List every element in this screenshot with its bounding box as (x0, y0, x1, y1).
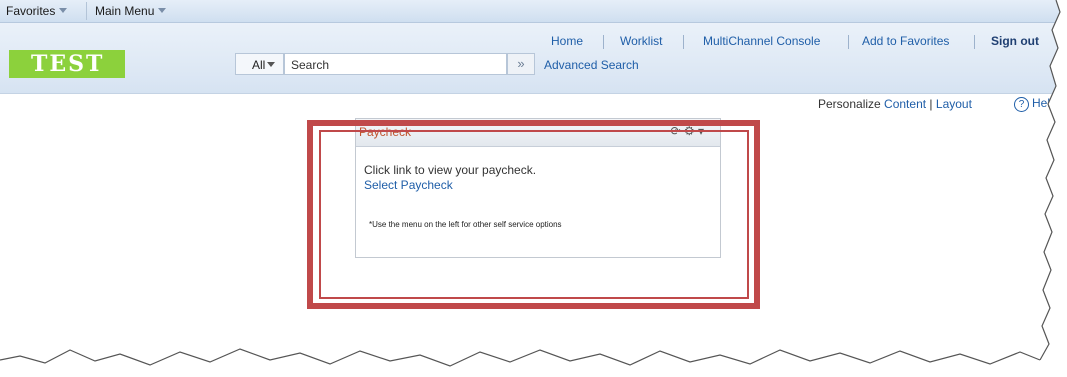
personalize-label: Personalize (818, 97, 881, 111)
nav-home-link[interactable]: Home (551, 34, 583, 48)
advanced-search-link[interactable]: Advanced Search (544, 58, 639, 72)
pagelet-title: Paycheck (359, 125, 412, 139)
search-go-button[interactable]: » (507, 53, 535, 75)
paycheck-pagelet: Paycheck ⟳ ⚙ ▾ Click link to view your p… (355, 118, 721, 258)
personalize-content-link[interactable]: Content (884, 97, 926, 111)
test-logo: TEST (9, 50, 125, 78)
top-menu-bar: Favorites Main Menu (0, 0, 1067, 23)
sign-out-link[interactable]: Sign out (991, 34, 1039, 48)
help-icon: ? (1014, 97, 1029, 112)
pagelet-options-icon[interactable]: ⟳ ⚙ ▾ (670, 124, 704, 138)
nav-worklist-link[interactable]: Worklist (620, 34, 662, 48)
main-menu-label: Main Menu (95, 4, 155, 18)
nav-multichannel-console-link[interactable]: MultiChannel Console (703, 34, 820, 48)
help-link[interactable]: ? Hel (1014, 96, 1050, 112)
portal-header: TEST Home Worklist MultiChannel Console … (0, 23, 1067, 94)
nav-divider (683, 35, 684, 49)
chevron-down-icon (158, 8, 167, 13)
nav-add-to-favorites-link[interactable]: Add to Favorites (862, 34, 949, 48)
search-scope-select[interactable]: All (235, 53, 284, 75)
search-placeholder: Search (291, 58, 330, 72)
favorites-menu[interactable]: Favorites (6, 4, 68, 18)
search-input[interactable]: Search (284, 53, 507, 75)
select-paycheck-link[interactable]: Select Paycheck (364, 178, 453, 192)
nav-divider (974, 35, 975, 49)
chevron-down-icon (59, 8, 68, 13)
pagelet-footnote: *Use the menu on the left for other self… (369, 220, 562, 229)
pagelet-instructions: Click link to view your paycheck. (364, 163, 537, 177)
personalize-links: Personalize Content | Layout (818, 97, 972, 111)
personalize-layout-link[interactable]: Layout (936, 97, 972, 111)
menu-divider (86, 2, 87, 20)
chevron-down-icon (267, 62, 275, 67)
pagelet-header: Paycheck ⟳ ⚙ ▾ (356, 119, 720, 147)
help-label: Hel (1032, 96, 1051, 110)
search-scope-value: All (252, 58, 266, 72)
personalize-separator: | (929, 97, 933, 111)
nav-divider (603, 35, 604, 49)
main-menu[interactable]: Main Menu (95, 4, 167, 18)
favorites-menu-label: Favorites (6, 4, 56, 18)
nav-divider (848, 35, 849, 49)
